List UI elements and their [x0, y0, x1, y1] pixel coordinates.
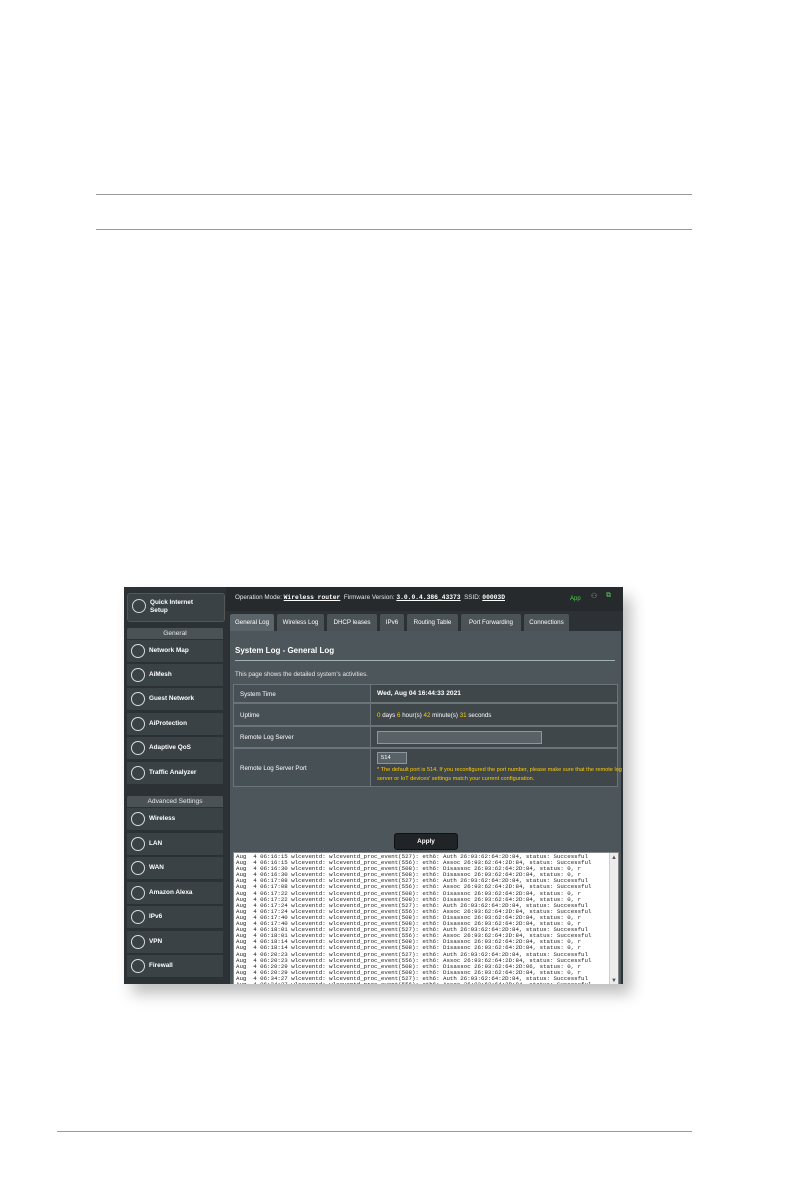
uptime-row: Uptime 0 days 6 hour(s) 42 minute(s) 31 …: [233, 703, 618, 726]
chart-icon: [131, 766, 145, 780]
firmware-label: Firmware Version:: [343, 594, 395, 601]
remote-log-server-row: Remote Log Server: [233, 726, 618, 748]
sidebar-item-vpn[interactable]: VPN: [127, 931, 223, 954]
uptime-value: 0 days 6 hour(s) 42 minute(s) 31 seconds: [377, 712, 492, 719]
tab-ipv6[interactable]: IPv6: [380, 614, 404, 631]
operation-mode: Operation Mode: Wireless router Firmware…: [235, 594, 505, 601]
sidebar-item-firewall[interactable]: Firewall: [127, 955, 223, 978]
tab-routing-table[interactable]: Routing Table: [407, 614, 458, 631]
wifi-icon: [131, 812, 145, 826]
main-panel: System Log - General Log This page shows…: [230, 631, 622, 984]
ssid-value-link[interactable]: 00003D: [482, 594, 505, 601]
ipv6-globe-icon: [131, 910, 145, 924]
quick-internet-setup-button[interactable]: Quick Internet Setup: [127, 593, 225, 622]
ssid-label: SSID:: [464, 594, 481, 601]
apply-button[interactable]: Apply: [394, 833, 458, 850]
mode-value-link[interactable]: Wireless router: [284, 594, 341, 601]
page-title: System Log - General Log: [235, 646, 335, 655]
scroll-down-icon[interactable]: ▼: [611, 978, 617, 984]
sidebar-item-lan[interactable]: LAN: [127, 833, 223, 856]
remote-log-server-label: Remote Log Server: [240, 734, 294, 741]
sidebar: Quick Internet Setup General Network Map…: [124, 587, 226, 984]
system-time-label: System Time: [240, 691, 276, 698]
lan-icon: [131, 837, 145, 851]
sidebar-item-wireless[interactable]: Wireless: [127, 808, 223, 831]
sidebar-item-aimesh[interactable]: AiMesh: [127, 664, 223, 687]
sidebar-item-ipv6[interactable]: IPv6: [127, 906, 223, 929]
firmware-value-link[interactable]: 3.0.0.4.386_43373: [396, 594, 460, 601]
tab-connections[interactable]: Connections: [524, 614, 569, 631]
sidebar-item-adaptive-qos[interactable]: Adaptive QoS: [127, 737, 223, 760]
app-link[interactable]: App: [570, 596, 581, 602]
sidebar-item-wan[interactable]: WAN: [127, 857, 223, 880]
mesh-icon: [131, 668, 145, 682]
fire-icon: [131, 959, 145, 973]
uptime-label: Uptime: [240, 712, 260, 719]
vpn-icon: [131, 935, 145, 949]
shield-icon: [131, 717, 145, 731]
tab-port-forwarding[interactable]: Port Forwarding: [461, 614, 521, 631]
general-header: General: [127, 628, 223, 639]
remote-log-port-row: Remote Log Server Port 514 * The default…: [233, 748, 622, 787]
tab-general-log[interactable]: General Log: [230, 614, 274, 631]
log-content: Aug 4 06:16:15 wlceventd: wlceventd_proc…: [236, 853, 592, 984]
sidebar-item-amazon-alexa[interactable]: Amazon Alexa: [127, 882, 223, 905]
remote-log-port-input[interactable]: 514: [377, 752, 407, 764]
top-divider: [96, 194, 692, 195]
sidebar-item-traffic-analyzer[interactable]: Traffic Analyzer: [127, 762, 223, 785]
port-note: * The default port is 514. If you reconf…: [377, 767, 622, 782]
scroll-up-icon[interactable]: ▲: [611, 855, 617, 861]
remote-log-server-input[interactable]: [377, 731, 542, 744]
alexa-icon: [131, 886, 145, 900]
mode-label: Operation Mode:: [235, 594, 282, 601]
system-time-value: Wed, Aug 04 16:44:33 2021: [377, 690, 461, 697]
guest-globe-icon: [131, 692, 145, 706]
gauge-icon: [131, 741, 145, 755]
system-time-row: System Time Wed, Aug 04 16:44:33 2021: [233, 684, 618, 703]
globe-icon: [131, 644, 145, 658]
sidebar-item-aiprotection[interactable]: AiProtection: [127, 713, 223, 736]
sidebar-item-network-map[interactable]: Network Map: [127, 640, 223, 663]
log-textarea[interactable]: Aug 4 06:16:15 wlceventd: wlceventd_proc…: [233, 852, 619, 984]
second-divider: [96, 229, 692, 230]
user-icon[interactable]: ⚇: [591, 592, 597, 600]
wan-icon: [131, 861, 145, 875]
log-scrollbar[interactable]: ▲ ▼: [609, 853, 618, 984]
advanced-header: Advanced Settings: [127, 796, 223, 807]
remote-log-port-label: Remote Log Server Port: [240, 765, 307, 772]
tab-dhcp-leases[interactable]: DHCP leases: [327, 614, 377, 631]
sidebar-item-guest-network[interactable]: Guest Network: [127, 688, 223, 711]
wand-icon: [132, 599, 146, 613]
qis-label: Quick Internet Setup: [150, 599, 193, 614]
title-divider: [235, 660, 615, 661]
footer-divider: [57, 1131, 692, 1132]
page-description: This page shows the detailed system's ac…: [235, 671, 368, 678]
router-admin-screenshot: Operation Mode: Wireless router Firmware…: [124, 587, 623, 984]
tab-wireless-log[interactable]: Wireless Log: [277, 614, 324, 631]
usb-icon[interactable]: ⧉: [606, 592, 611, 600]
